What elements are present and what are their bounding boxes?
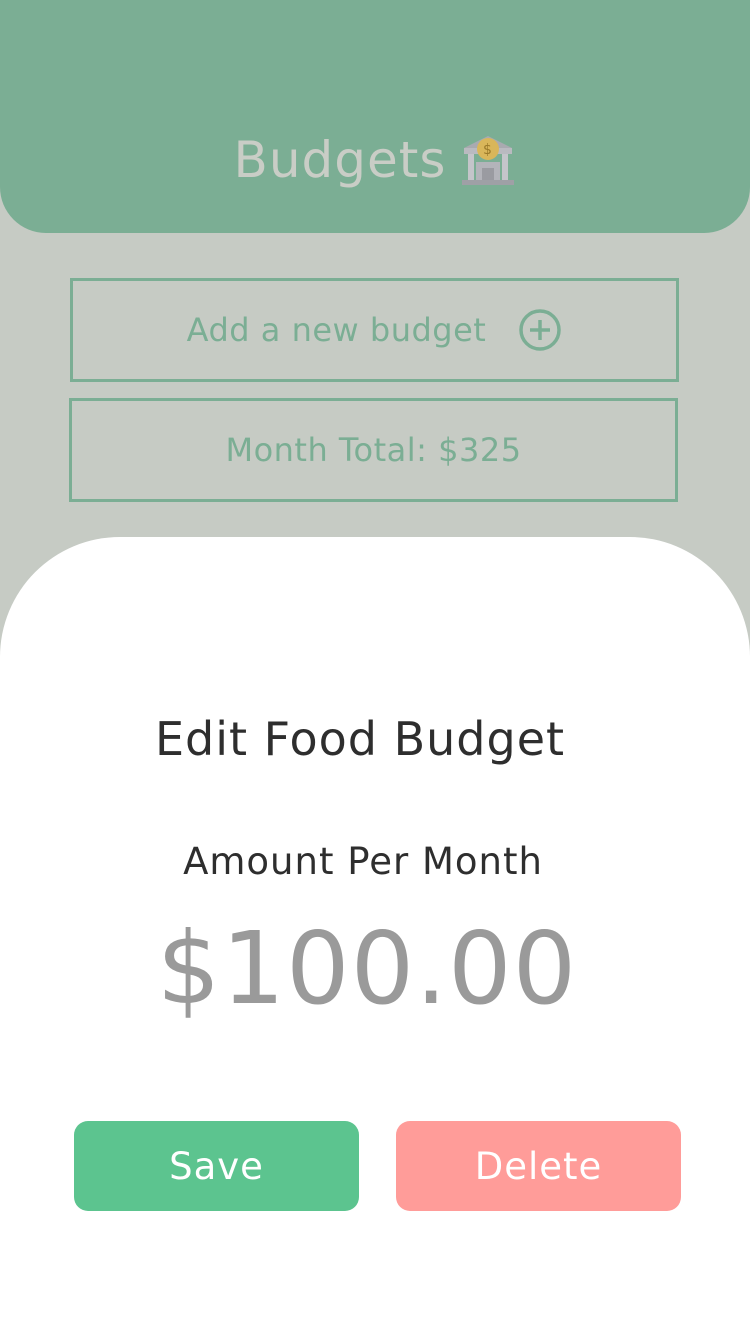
add-budget-button[interactable]: Add a new budget bbox=[70, 278, 679, 382]
page-title-text: Budgets bbox=[233, 131, 447, 189]
plus-circle-icon bbox=[518, 308, 562, 352]
svg-text:$: $ bbox=[483, 142, 493, 158]
save-button[interactable]: Save bbox=[74, 1121, 359, 1211]
month-total-label: Month Total: $325 bbox=[225, 431, 522, 469]
bank-icon: $ bbox=[460, 132, 516, 188]
screen: Budgets $ Add a new budget Month Total: … bbox=[0, 0, 750, 1334]
add-budget-label: Add a new budget bbox=[186, 311, 487, 349]
amount-per-month-label: Amount Per Month bbox=[183, 840, 543, 883]
page-title: Budgets $ bbox=[0, 128, 750, 192]
amount-input[interactable]: $100.00 bbox=[0, 910, 734, 1027]
delete-button[interactable]: Delete bbox=[396, 1121, 681, 1211]
header-bar: Budgets $ bbox=[0, 0, 750, 233]
month-total-box: Month Total: $325 bbox=[69, 398, 678, 502]
edit-budget-title: Edit Food Budget bbox=[154, 712, 566, 766]
